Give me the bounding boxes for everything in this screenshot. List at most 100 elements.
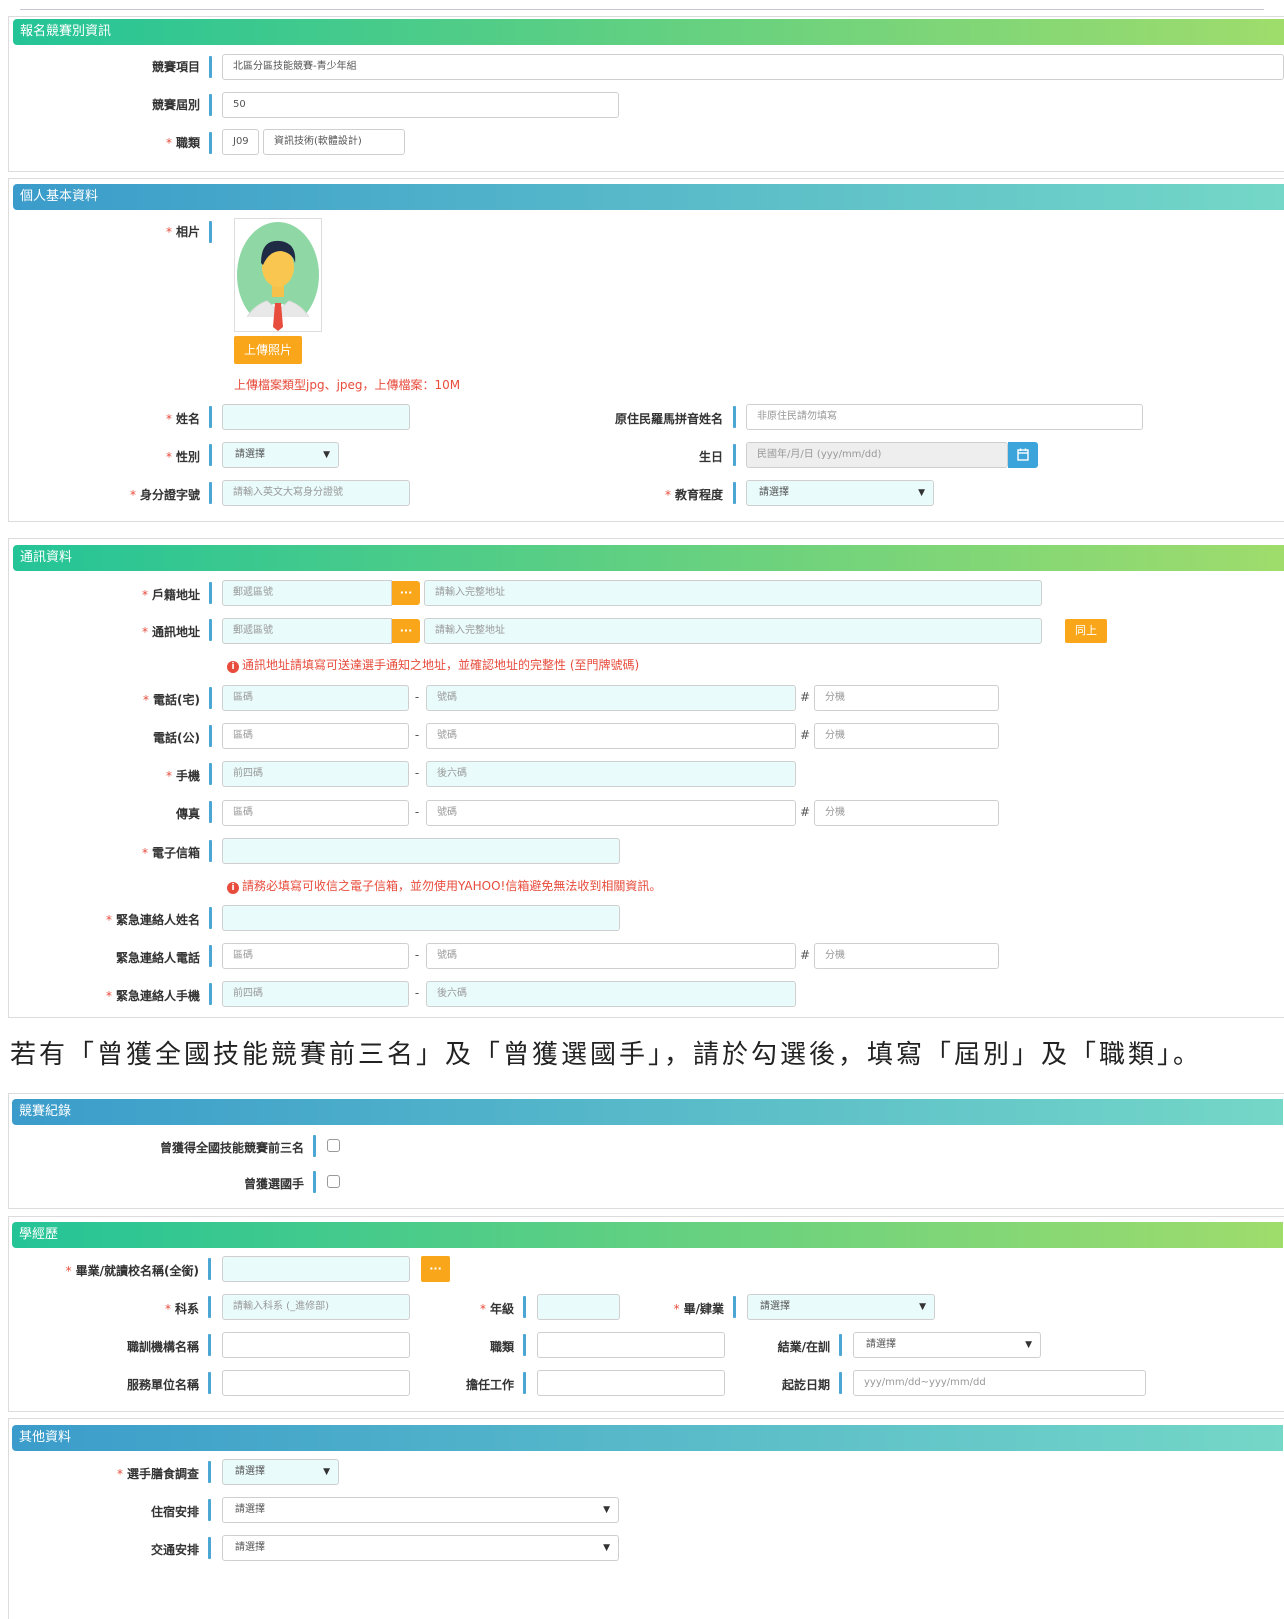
trade-label: * 職類 bbox=[165, 136, 200, 150]
roman-name-label: 原住民羅馬拼音姓名 bbox=[614, 412, 723, 426]
dash: - bbox=[414, 728, 420, 742]
mailing-zip-lookup-button[interactable]: ··· bbox=[392, 619, 420, 643]
calendar-button[interactable] bbox=[1008, 442, 1038, 468]
separator bbox=[209, 945, 212, 967]
separator bbox=[208, 1296, 211, 1318]
emergency-name-input[interactable] bbox=[222, 905, 620, 931]
emergency-phone-area-input[interactable]: 區碼 bbox=[222, 943, 409, 969]
household-address-input[interactable]: 請輸入完整地址 bbox=[424, 580, 1042, 606]
upload-photo-button[interactable]: 上傳照片 bbox=[234, 336, 302, 364]
top3-checkbox[interactable] bbox=[327, 1139, 340, 1152]
school-lookup-button[interactable]: ··· bbox=[421, 1256, 450, 1282]
transport-select[interactable]: 請選擇 ▼ bbox=[222, 1535, 619, 1561]
grade-input[interactable] bbox=[537, 1294, 620, 1320]
separator bbox=[209, 482, 212, 504]
instruction-text: 若有「曾獲全國技能競賽前三名」及「曾獲選國手」，請於勾選後，填寫「屆別」及「職類… bbox=[10, 1040, 1203, 1070]
email-input[interactable] bbox=[222, 838, 620, 864]
school-label: * 畢業/就讀校名稱(全銜) bbox=[65, 1264, 199, 1278]
mailing-address-input[interactable]: 請輸入完整地址 bbox=[424, 618, 1042, 644]
mailing-address-label: * 通訊地址 bbox=[141, 625, 200, 639]
separator bbox=[209, 983, 212, 1005]
mobile-last-input[interactable]: 後六碼 bbox=[426, 761, 796, 787]
email-note: i 請務必填寫可收信之電子信箱，並勿使用YAHOO!信箱避免無法收到相關資訊。 bbox=[227, 878, 661, 894]
separator bbox=[209, 221, 212, 243]
separator bbox=[209, 94, 212, 116]
competition-item-label: 競賽項目 bbox=[151, 60, 200, 74]
emergency-name-label: * 緊急連絡人姓名 bbox=[105, 913, 200, 927]
national-player-label: 曾獲選國手 bbox=[243, 1177, 304, 1191]
separator bbox=[523, 1334, 526, 1356]
birthday-label: 生日 bbox=[698, 450, 723, 464]
emergency-phone-number-input[interactable]: 號碼 bbox=[426, 943, 796, 969]
top3-label: 曾獲得全國技能競賽前三名 bbox=[159, 1141, 304, 1155]
graduation-label: * 畢/肄業 bbox=[673, 1302, 724, 1316]
period-label: 起訖日期 bbox=[781, 1378, 830, 1392]
training-org-input[interactable] bbox=[222, 1332, 410, 1358]
dash: - bbox=[414, 766, 420, 780]
separator bbox=[208, 1334, 211, 1356]
roman-name-input[interactable]: 非原住民請勿填寫 bbox=[746, 404, 1143, 430]
training-status-select[interactable]: 請選擇 ▼ bbox=[853, 1332, 1041, 1358]
separator bbox=[209, 444, 212, 466]
diet-select[interactable]: 請選擇 ▼ bbox=[222, 1459, 339, 1485]
home-phone-label: * 電話(宅) bbox=[143, 693, 200, 707]
separator bbox=[209, 687, 212, 709]
fax-number-input[interactable]: 號碼 bbox=[426, 800, 796, 826]
chevron-down-icon: ▼ bbox=[323, 450, 330, 460]
email-label: * 電子信箱 bbox=[141, 846, 200, 860]
fax-area-input[interactable]: 區碼 bbox=[222, 800, 409, 826]
separator bbox=[313, 1135, 316, 1157]
separator bbox=[733, 482, 736, 504]
school-input[interactable] bbox=[222, 1256, 410, 1282]
home-phone-number-input[interactable]: 號碼 bbox=[426, 685, 796, 711]
top-rule bbox=[20, 9, 1264, 10]
graduation-select[interactable]: 請選擇 ▼ bbox=[747, 1294, 935, 1320]
same-as-above-button[interactable]: 同上 bbox=[1065, 619, 1107, 643]
department-input[interactable]: 請輸入科系 (_進修部) bbox=[222, 1294, 410, 1320]
chevron-down-icon: ▼ bbox=[603, 1505, 610, 1515]
training-trade-input[interactable] bbox=[537, 1332, 725, 1358]
fax-ext-input[interactable]: 分機 bbox=[814, 800, 999, 826]
separator bbox=[208, 1461, 211, 1483]
emergency-mobile-label: * 緊急連絡人手機 bbox=[105, 989, 200, 1003]
national-player-checkbox[interactable] bbox=[327, 1175, 340, 1188]
household-zip-lookup-button[interactable]: ··· bbox=[392, 581, 420, 605]
diet-label: * 選手膳食調查 bbox=[116, 1467, 199, 1481]
section-header-record: 競賽紀錄 bbox=[12, 1099, 1283, 1125]
emergency-phone-ext-input[interactable]: 分機 bbox=[814, 943, 999, 969]
gender-label: * 性別 bbox=[165, 450, 200, 464]
education-level-select[interactable]: 請選擇 ▼ bbox=[746, 480, 934, 506]
office-phone-ext-input[interactable]: 分機 bbox=[814, 723, 999, 749]
dash: - bbox=[414, 805, 420, 819]
separator bbox=[733, 444, 736, 466]
emergency-mobile-last-input[interactable]: 後六碼 bbox=[426, 981, 796, 1007]
name-input[interactable] bbox=[222, 404, 410, 430]
mobile-first-input[interactable]: 前四碼 bbox=[222, 761, 409, 787]
mailing-zip-input[interactable]: 郵遞區號 bbox=[222, 618, 392, 644]
section-header-contact: 通訊資料 bbox=[13, 545, 1284, 571]
home-phone-ext-input[interactable]: 分機 bbox=[814, 685, 999, 711]
separator bbox=[209, 907, 212, 929]
gender-select[interactable]: 請選擇 ▼ bbox=[222, 442, 339, 468]
info-icon: i bbox=[227, 882, 239, 894]
separator bbox=[839, 1372, 842, 1394]
section-header-personal: 個人基本資料 bbox=[13, 184, 1284, 210]
emergency-mobile-first-input[interactable]: 前四碼 bbox=[222, 981, 409, 1007]
lodging-select[interactable]: 請選擇 ▼ bbox=[222, 1497, 619, 1523]
id-number-input[interactable]: 請輸入英文大寫身分證號 bbox=[222, 480, 410, 506]
employer-input[interactable] bbox=[222, 1370, 410, 1396]
birthday-input[interactable]: 民國年/月/日 (yyy/mm/dd) bbox=[746, 442, 1008, 468]
office-phone-number-input[interactable]: 號碼 bbox=[426, 723, 796, 749]
job-title-input[interactable] bbox=[537, 1370, 725, 1396]
separator bbox=[523, 1296, 526, 1318]
hash: # bbox=[799, 948, 811, 962]
employer-label: 服務單位名稱 bbox=[126, 1378, 199, 1392]
household-zip-input[interactable]: 郵遞區號 bbox=[222, 580, 392, 606]
office-phone-area-input[interactable]: 區碼 bbox=[222, 723, 409, 749]
home-phone-area-input[interactable]: 區碼 bbox=[222, 685, 409, 711]
period-input[interactable]: yyy/mm/dd~yyy/mm/dd bbox=[853, 1370, 1146, 1396]
avatar-illustration-icon bbox=[237, 222, 319, 331]
training-status-label: 結業/在訓 bbox=[777, 1340, 830, 1354]
dash: - bbox=[414, 948, 420, 962]
fax-label: 傳真 bbox=[175, 807, 200, 821]
